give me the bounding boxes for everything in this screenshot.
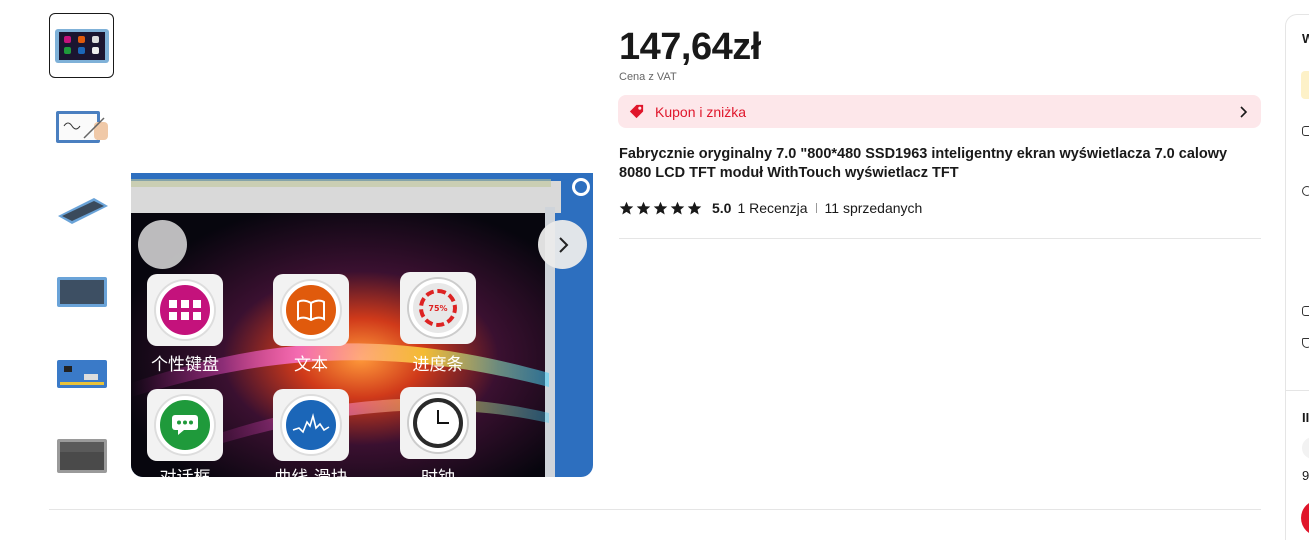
screen-icon-5 <box>400 387 476 459</box>
progress-badge: 75% <box>419 289 457 327</box>
tag-icon <box>629 104 644 119</box>
thumbnail-4[interactable] <box>49 259 114 324</box>
right-panel-number: 9 <box>1302 468 1309 483</box>
screen-icon-label-1: 文本 <box>294 355 328 375</box>
product-title: Fabrycznie oryginalny 7.0 "800*480 SSD19… <box>619 146 1228 181</box>
thumbnail-3[interactable] <box>49 177 114 242</box>
screen-icon-label-5: 时钟 <box>390 463 486 477</box>
thumbnail-2[interactable] <box>49 95 114 160</box>
reviews-link[interactable]: 1 Recenzja <box>737 200 807 216</box>
star-icon <box>636 201 651 214</box>
box-icon <box>1302 306 1309 316</box>
star-icon <box>653 201 668 214</box>
right-panel-heading: W <box>1302 31 1309 46</box>
chevron-right-icon <box>1240 105 1248 118</box>
star-icon <box>687 201 702 214</box>
coupon-label: Kupon i zniżka <box>655 103 747 120</box>
coupon-banner[interactable]: Kupon i zniżka <box>618 95 1261 128</box>
screen-icon-label-2: 进度条 <box>412 355 464 375</box>
screen-icon-2: 75% <box>400 272 476 344</box>
screen-icon-1 <box>273 274 349 346</box>
screen-icon-label-4: 曲线 滑块 <box>263 463 359 477</box>
screen-icon-3 <box>147 389 223 461</box>
thumbnail-1[interactable] <box>49 13 114 78</box>
rating-row: 5.0 1 Recenzja 11 sprzedanych <box>619 200 922 216</box>
star-icon <box>619 201 634 214</box>
screen-icon-0 <box>147 274 223 346</box>
truck-icon <box>1302 126 1309 136</box>
right-panel-notice <box>1301 71 1309 99</box>
separator <box>815 203 817 213</box>
right-panel-section-title: II <box>1302 410 1309 425</box>
screen-icon-label-0: 个性键盘 <box>151 355 219 375</box>
thumbnail-6[interactable] <box>49 423 114 488</box>
main-product-image[interactable]: 75% 个性键盘 文本 进度条 对话框 曲线 滑块 时钟 <box>131 173 593 477</box>
thumbnail-5[interactable] <box>49 341 114 406</box>
refresh-icon <box>1302 186 1309 196</box>
divider <box>1286 390 1309 391</box>
price-note: Cena z VAT <box>619 71 677 83</box>
sold-count: 11 sprzedanych <box>824 200 923 216</box>
screen-icon-label-3: 对话框 <box>137 463 233 477</box>
chevron-right-icon <box>558 236 568 253</box>
divider <box>619 238 1261 239</box>
image-next-button[interactable] <box>538 220 587 269</box>
screen-icon-4 <box>273 389 349 461</box>
divider <box>49 509 1261 510</box>
shield-icon <box>1302 338 1309 348</box>
star-rating <box>619 201 704 216</box>
thumbnail-list <box>49 13 115 505</box>
product-price: 147,64zł <box>619 26 761 68</box>
rating-score: 5.0 <box>712 200 732 216</box>
image-prev-button[interactable] <box>138 220 187 269</box>
star-icon <box>670 201 685 214</box>
